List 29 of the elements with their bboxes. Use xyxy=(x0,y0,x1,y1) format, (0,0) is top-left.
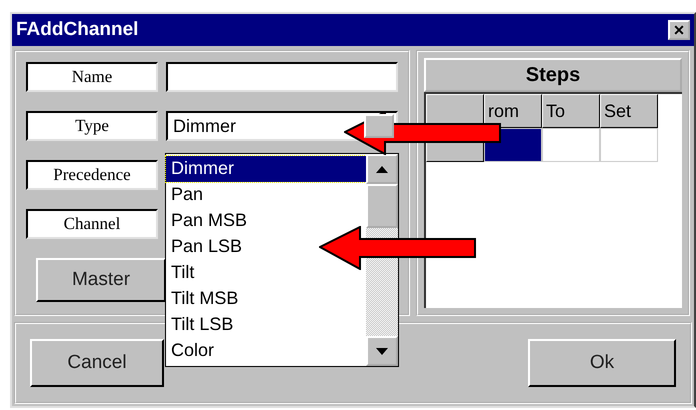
scrollbar[interactable] xyxy=(366,154,398,366)
type-combobox[interactable]: Dimmer xyxy=(166,111,398,141)
field-label: Precedence xyxy=(26,160,158,190)
input-field[interactable] xyxy=(166,62,398,92)
grid-cell[interactable] xyxy=(600,128,658,162)
dropdown-item[interactable]: Pan MSB xyxy=(166,208,252,234)
master-button[interactable]: Master xyxy=(36,258,166,302)
column-header[interactable]: To xyxy=(542,94,600,128)
field-label: Name xyxy=(26,62,158,92)
dropdown-item[interactable]: Dimmer xyxy=(166,156,366,182)
cancel-button[interactable]: Cancel xyxy=(30,339,164,387)
dropdown-item[interactable]: Tilt LSB xyxy=(166,312,238,338)
steps-title: Steps xyxy=(424,58,682,92)
grid-cell[interactable] xyxy=(542,128,600,162)
column-header[interactable]: Set xyxy=(600,94,658,128)
dropdown-item[interactable]: Tilt xyxy=(166,260,198,286)
up-arrow-icon[interactable] xyxy=(376,166,388,172)
field-label: Type xyxy=(26,111,158,141)
ok-button[interactable]: Ok xyxy=(528,339,676,387)
column-header[interactable]: rom xyxy=(484,94,542,128)
down-arrow-icon[interactable] xyxy=(376,348,388,354)
dropdown-item[interactable]: Pan xyxy=(166,182,208,208)
close-button[interactable]: × xyxy=(668,20,690,40)
dropdown-item[interactable]: Pan LSB xyxy=(166,234,246,260)
dropdown-item[interactable]: Color xyxy=(166,338,218,364)
scroll-thumb[interactable] xyxy=(366,184,398,228)
dropdown-item[interactable]: Tilt MSB xyxy=(166,286,242,312)
field-label: Channel xyxy=(26,209,158,239)
window-title: FAddChannel xyxy=(16,19,138,41)
